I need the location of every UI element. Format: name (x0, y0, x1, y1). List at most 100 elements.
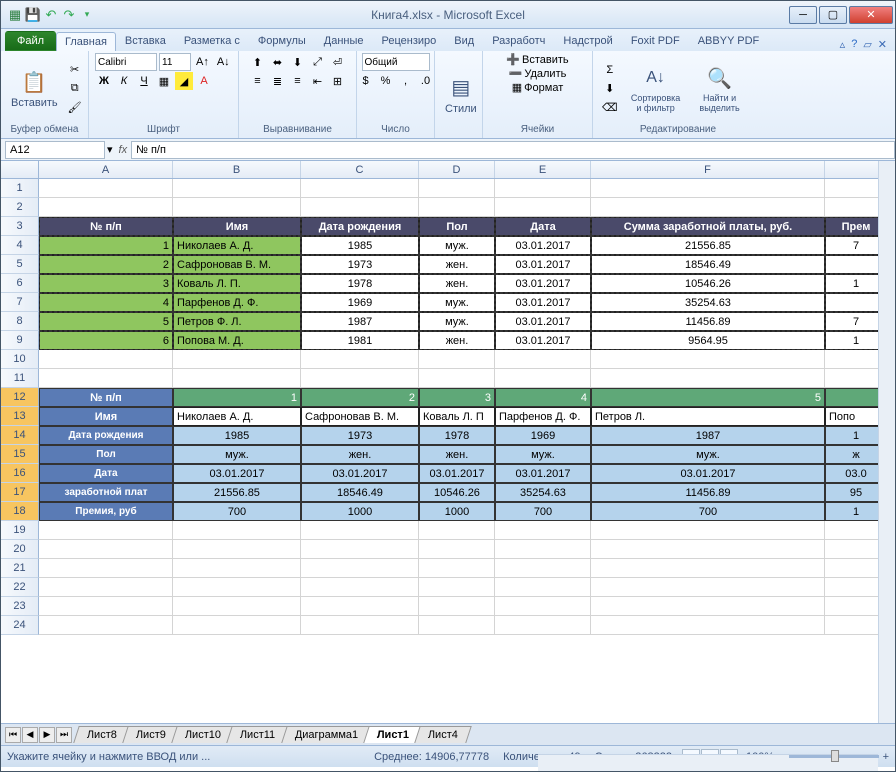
window-close-icon[interactable]: ✕ (878, 38, 887, 51)
sheet-tab[interactable]: Лист11 (226, 726, 289, 743)
cell[interactable] (39, 521, 173, 540)
tab-home[interactable]: Главная (56, 32, 116, 51)
cell[interactable] (419, 521, 495, 540)
sheet-nav-first-icon[interactable]: ⏮ (5, 727, 21, 743)
help-icon[interactable]: ? (851, 38, 857, 51)
cell[interactable]: 1 (39, 236, 173, 255)
select-all-corner[interactable] (1, 161, 39, 178)
cell[interactable]: 03.01.2017 (419, 464, 495, 483)
cell[interactable] (495, 198, 591, 217)
cell[interactable] (39, 616, 173, 635)
cell[interactable]: 700 (173, 502, 301, 521)
paste-button[interactable]: 📋 Вставить (7, 66, 62, 111)
cell[interactable]: 03.01.2017 (591, 464, 825, 483)
border-icon[interactable]: ▦ (155, 72, 173, 90)
cell[interactable] (591, 369, 825, 388)
cell[interactable] (39, 369, 173, 388)
indent-dec-icon[interactable]: ⇤ (309, 72, 327, 90)
cell[interactable]: 6 (39, 331, 173, 350)
row-header[interactable]: 14 (1, 426, 39, 445)
cell[interactable]: муж. (419, 293, 495, 312)
column-header[interactable]: A (39, 161, 173, 178)
cell[interactable]: 03.01.2017 (495, 255, 591, 274)
cell[interactable]: 11456.89 (591, 312, 825, 331)
cell[interactable] (39, 559, 173, 578)
cell[interactable]: жен. (419, 331, 495, 350)
cell[interactable]: муж. (419, 312, 495, 331)
format-cells-button[interactable]: ▦Формат (512, 81, 563, 94)
row-header[interactable]: 10 (1, 350, 39, 369)
row-header[interactable]: 4 (1, 236, 39, 255)
row-header[interactable]: 23 (1, 597, 39, 616)
cell[interactable] (301, 198, 419, 217)
cell[interactable]: 03.01.2017 (495, 331, 591, 350)
underline-button[interactable]: Ч (135, 72, 153, 90)
column-header[interactable]: D (419, 161, 495, 178)
cell[interactable]: Петров Л. (591, 407, 825, 426)
minimize-button[interactable]: ─ (789, 6, 817, 24)
styles-button[interactable]: ▤Стили (441, 72, 481, 117)
cell[interactable] (173, 559, 301, 578)
cell[interactable] (301, 521, 419, 540)
cell[interactable] (301, 179, 419, 198)
cell[interactable]: 35254.63 (495, 483, 591, 502)
cell[interactable]: Имя (173, 217, 301, 236)
row-header[interactable]: 18 (1, 502, 39, 521)
row-header[interactable]: 17 (1, 483, 39, 502)
cell[interactable]: Пол (39, 445, 173, 464)
cell[interactable] (173, 540, 301, 559)
column-header[interactable]: E (495, 161, 591, 178)
font-size-box[interactable]: 11 (159, 53, 191, 71)
cell[interactable]: № п/п (39, 388, 173, 407)
cell[interactable] (39, 597, 173, 616)
font-name-box[interactable]: Calibri (95, 53, 157, 71)
cell[interactable]: 5 (591, 388, 825, 407)
cell[interactable]: Дата (39, 464, 173, 483)
align-top-icon[interactable]: ⬆ (249, 53, 267, 71)
font-color-icon[interactable]: A (195, 72, 213, 90)
cell[interactable]: муж. (591, 445, 825, 464)
cell[interactable]: Премия, руб (39, 502, 173, 521)
cell[interactable] (495, 521, 591, 540)
cell[interactable]: Николаев А. Д. (173, 236, 301, 255)
cell[interactable]: 3 (419, 388, 495, 407)
cell[interactable] (173, 350, 301, 369)
name-box[interactable]: A12 (5, 141, 105, 159)
cell[interactable] (301, 559, 419, 578)
autosum-icon[interactable]: Σ (599, 61, 621, 79)
row-header[interactable]: 12 (1, 388, 39, 407)
row-header[interactable]: 6 (1, 274, 39, 293)
cell[interactable] (39, 540, 173, 559)
cell[interactable] (173, 578, 301, 597)
close-button[interactable]: ✕ (849, 6, 893, 24)
merge-icon[interactable]: ⊞ (329, 72, 347, 90)
cell[interactable]: 03.01.2017 (495, 274, 591, 293)
row-header[interactable]: 5 (1, 255, 39, 274)
currency-icon[interactable]: $ (357, 72, 375, 90)
zoom-slider[interactable] (789, 755, 879, 758)
tab-formulas[interactable]: Формулы (249, 31, 315, 51)
row-header[interactable]: 13 (1, 407, 39, 426)
cell[interactable] (173, 198, 301, 217)
tab-data[interactable]: Данные (315, 31, 373, 51)
cell[interactable] (495, 350, 591, 369)
formula-input[interactable]: № п/п (131, 141, 895, 159)
cell[interactable]: 11456.89 (591, 483, 825, 502)
cell[interactable] (173, 179, 301, 198)
row-header[interactable]: 24 (1, 616, 39, 635)
cell[interactable] (301, 597, 419, 616)
cell[interactable]: Имя (39, 407, 173, 426)
cell[interactable]: 5 (39, 312, 173, 331)
cell[interactable] (495, 616, 591, 635)
namebox-dropdown-icon[interactable]: ▾ (105, 143, 115, 156)
cell[interactable]: Коваль Л. П. (173, 274, 301, 293)
find-select-button[interactable]: 🔍Найти и выделить (691, 62, 749, 115)
align-bottom-icon[interactable]: ⬇ (289, 53, 307, 71)
row-header[interactable]: 3 (1, 217, 39, 236)
sheet-nav-next-icon[interactable]: ▶ (39, 727, 55, 743)
format-painter-icon[interactable]: 🖌 (65, 99, 85, 117)
cell[interactable]: 700 (591, 502, 825, 521)
cell[interactable]: 9564.95 (591, 331, 825, 350)
cell[interactable]: 03.01.2017 (495, 464, 591, 483)
cell[interactable]: 03.01.2017 (495, 293, 591, 312)
